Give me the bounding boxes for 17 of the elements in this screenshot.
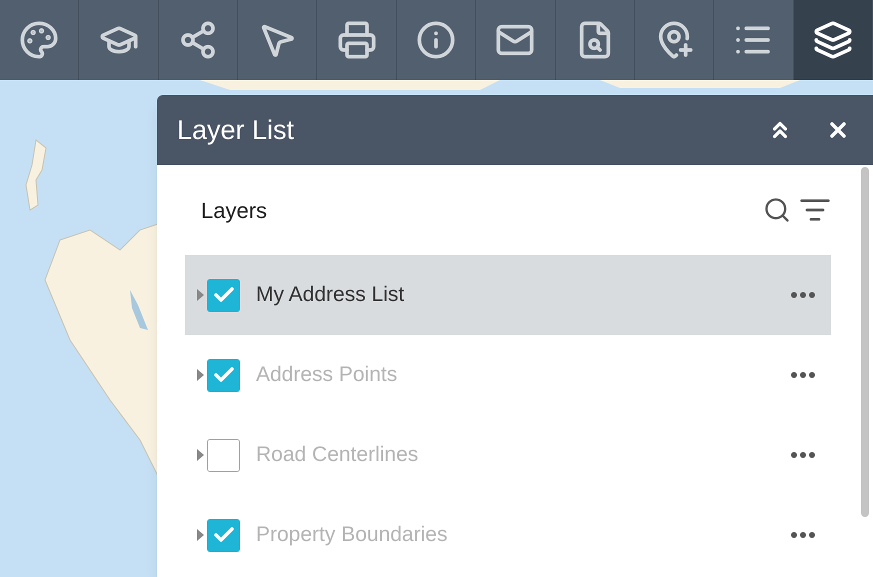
layer-name: Address Points <box>256 362 398 388</box>
layer-name: Property Boundaries <box>256 522 448 548</box>
info-icon <box>416 20 456 60</box>
layer-name: Road Centerlines <box>256 442 420 468</box>
printer-icon <box>336 20 377 60</box>
layers-heading: Layers <box>201 196 268 225</box>
layer-row[interactable]: My Address List <box>185 255 831 335</box>
search-button[interactable] <box>763 196 791 224</box>
search-icon <box>763 196 791 224</box>
layers-icon <box>812 20 853 60</box>
palette-icon <box>19 20 60 60</box>
panel-title: Layer List <box>177 114 296 147</box>
scrollbar-thumb[interactable] <box>861 167 869 517</box>
layer-checkbox[interactable] <box>207 278 240 312</box>
layer-name: My Address List <box>256 282 406 308</box>
expand-arrow-icon[interactable] <box>197 289 204 301</box>
toolbar-button[interactable] <box>794 0 873 80</box>
